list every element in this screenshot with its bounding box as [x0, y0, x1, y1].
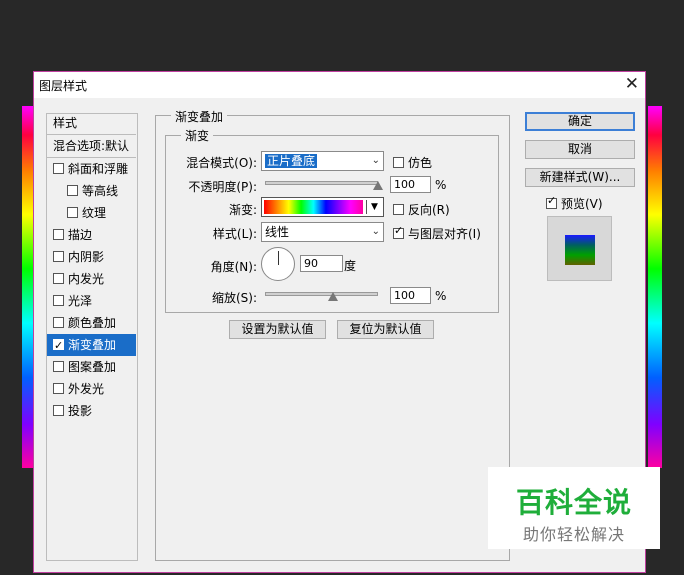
gradient-picker[interactable]: ▼: [261, 197, 384, 217]
styles-sidebar: 样式 混合选项:默认 斜面和浮雕等高线纹理描边内阴影内发光光泽颜色叠加渐变叠加图…: [46, 113, 138, 561]
new-style-button[interactable]: 新建样式(W)...: [525, 168, 635, 187]
checkbox-icon[interactable]: [53, 295, 64, 306]
sidebar-item[interactable]: 光泽: [47, 290, 136, 312]
section-title: 渐变叠加: [171, 108, 228, 125]
sidebar-item-label: 等高线: [82, 184, 119, 198]
style-select[interactable]: 线性 ⌄: [261, 222, 384, 242]
make-default-button[interactable]: 设置为默认值: [229, 320, 326, 339]
triangle-down-icon[interactable]: ▼: [366, 200, 382, 214]
checkbox-icon[interactable]: [53, 361, 64, 372]
close-icon[interactable]: ✕: [625, 74, 639, 94]
angle-dial-needle: [278, 251, 279, 265]
align-with-layer-label: 与图层对齐(I): [408, 227, 481, 241]
sidebar-item-label: 外发光: [68, 382, 105, 396]
angle-input[interactable]: 90: [300, 255, 343, 272]
checkbox-checked-icon: [546, 194, 557, 209]
sidebar-item[interactable]: 渐变叠加: [47, 334, 136, 357]
watermark-title: 百科全说: [515, 486, 632, 519]
checkbox-checked-icon[interactable]: [53, 335, 64, 357]
angle-dial[interactable]: [261, 247, 295, 281]
preview-checkbox[interactable]: 预览(V): [546, 194, 603, 212]
sidebar-item-label: 内发光: [68, 272, 105, 286]
sidebar-item-label: 图案叠加: [68, 360, 117, 374]
preview-thumbnail: [547, 216, 612, 281]
gradient-group-title: 渐变: [181, 127, 214, 144]
watermark-subtitle: 助你轻松解决: [522, 525, 625, 544]
style-value: 线性: [265, 225, 290, 239]
sidebar-item[interactable]: 纹理: [47, 202, 136, 224]
checkbox-icon[interactable]: [67, 207, 78, 218]
checkbox-icon: [393, 157, 404, 168]
checkbox-icon[interactable]: [67, 185, 78, 196]
canvas-gradient-strip-right: [648, 106, 662, 468]
chevron-down-icon: ⌄: [371, 226, 380, 237]
sidebar-item-label: 渐变叠加: [68, 338, 117, 352]
angle-unit: 度: [344, 259, 357, 273]
sidebar-item-label: 颜色叠加: [68, 316, 117, 330]
reset-default-button[interactable]: 复位为默认值: [337, 320, 434, 339]
sidebar-item[interactable]: 描边: [47, 224, 136, 246]
sidebar-item[interactable]: 内阴影: [47, 246, 136, 268]
sidebar-item-label: 描边: [68, 228, 93, 242]
scale-slider-thumb[interactable]: [327, 292, 338, 301]
cancel-button[interactable]: 取消: [525, 140, 635, 159]
opacity-slider-thumb[interactable]: [373, 181, 383, 190]
sidebar-item[interactable]: 内发光: [47, 268, 136, 290]
sidebar-item-label: 内阴影: [68, 250, 105, 264]
title-bar: 图层样式 ✕: [34, 72, 645, 98]
dither-checkbox[interactable]: 仿色: [393, 154, 432, 171]
watermark: 百科全说 助你轻松解决: [488, 467, 660, 549]
checkbox-icon: [393, 204, 404, 215]
align-with-layer-checkbox[interactable]: 与图层对齐(I): [393, 224, 481, 242]
preview-swatch: [565, 235, 595, 265]
opacity-percent: %: [435, 178, 447, 192]
sidebar-item-label: 斜面和浮雕: [68, 162, 129, 176]
ok-button[interactable]: 确定: [525, 112, 635, 131]
scale-percent: %: [435, 289, 447, 303]
checkbox-icon[interactable]: [53, 405, 64, 416]
sidebar-item-label: 光泽: [68, 294, 93, 308]
checkbox-icon[interactable]: [53, 163, 64, 174]
reverse-label: 反向(R): [408, 203, 450, 217]
style-label: 样式(L):: [212, 227, 257, 241]
opacity-slider-track[interactable]: [265, 181, 378, 185]
scale-slider-track[interactable]: [265, 292, 378, 296]
checkbox-checked-icon: [393, 224, 404, 239]
chevron-down-icon: ⌄: [371, 155, 380, 166]
checkbox-icon[interactable]: [53, 383, 64, 394]
sidebar-item-label: 投影: [68, 404, 93, 418]
preview-label: 预览(V): [561, 197, 603, 211]
sidebar-item[interactable]: 投影: [47, 400, 136, 422]
blend-mode-label: 混合模式(O):: [186, 156, 257, 170]
sidebar-item[interactable]: 外发光: [47, 378, 136, 400]
gradient-swatch: [264, 200, 363, 214]
sidebar-header: 样式: [47, 114, 136, 135]
sidebar-item[interactable]: 图案叠加: [47, 356, 136, 378]
blend-mode-value: 正片叠底: [265, 154, 318, 168]
checkbox-icon[interactable]: [53, 251, 64, 262]
angle-label: 角度(N):: [210, 260, 257, 274]
scale-input[interactable]: 100: [390, 287, 431, 304]
dialog-title: 图层样式: [39, 79, 88, 93]
opacity-label: 不透明度(P):: [188, 180, 257, 194]
sidebar-item[interactable]: 斜面和浮雕: [47, 158, 136, 180]
reverse-checkbox[interactable]: 反向(R): [393, 201, 450, 218]
dither-label: 仿色: [408, 156, 433, 170]
scale-label: 缩放(S):: [211, 291, 257, 305]
sidebar-item[interactable]: 等高线: [47, 180, 136, 202]
sidebar-blend-options[interactable]: 混合选项:默认: [47, 135, 136, 158]
blend-mode-select[interactable]: 正片叠底 ⌄: [261, 151, 384, 171]
sidebar-item[interactable]: 颜色叠加: [47, 312, 136, 334]
sidebar-item-label: 纹理: [82, 206, 107, 220]
checkbox-icon[interactable]: [53, 229, 64, 240]
opacity-input[interactable]: 100: [390, 176, 431, 193]
checkbox-icon[interactable]: [53, 273, 64, 284]
checkbox-icon[interactable]: [53, 317, 64, 328]
gradient-label: 渐变:: [228, 203, 257, 217]
